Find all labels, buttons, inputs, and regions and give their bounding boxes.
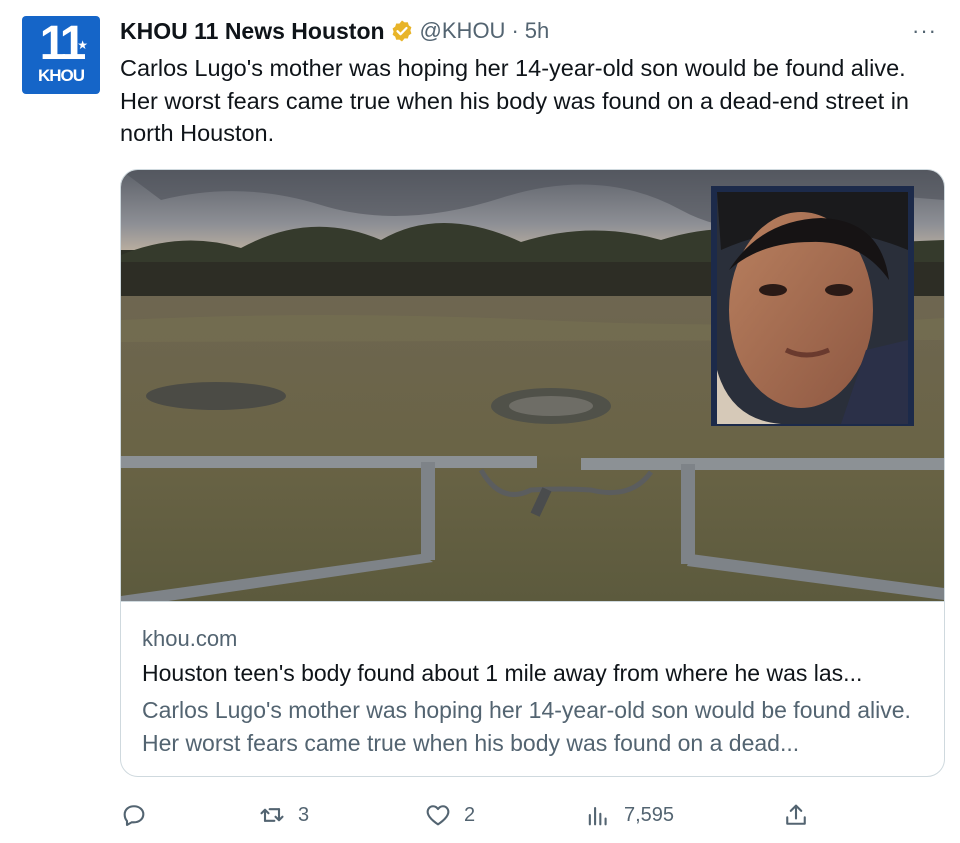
avatar-star-icon: ★ (77, 38, 88, 52)
account-avatar[interactable]: 11 ★ KHOU (22, 16, 100, 94)
card-description: Carlos Lugo's mother was hoping her 14-y… (142, 697, 911, 756)
heart-icon (426, 805, 450, 826)
card-title: Houston teen's body found about 1 mile a… (142, 660, 863, 686)
share-button[interactable] (782, 795, 810, 835)
avatar-channel-number: 11 (39, 17, 87, 70)
more-options-icon[interactable]: ··· (912, 20, 937, 42)
article-photo[interactable] (121, 170, 944, 601)
card-domain: khou.com (142, 626, 238, 651)
retweet-icon (260, 808, 284, 822)
tweet-header: KHOU 11 News Houston @KHOU · 5h (120, 16, 549, 46)
like-count: 2 (464, 803, 476, 826)
tweet-text: Carlos Lugo's mother was hoping her 14-y… (120, 55, 909, 146)
gold-verified-badge-icon[interactable] (390, 19, 414, 43)
like-button[interactable]: 2 (424, 795, 475, 835)
reply-button[interactable] (120, 795, 148, 835)
views-button[interactable]: 7,595 (584, 795, 674, 835)
header-separator: · (511, 18, 519, 43)
avatar-brand-text: KHOU (37, 66, 85, 85)
views-count: 7,595 (624, 803, 675, 826)
tweet-action-bar: 3 2 7,595 (0, 795, 960, 835)
account-handle[interactable]: @KHOU (420, 18, 506, 44)
link-card[interactable]: khou.com Houston teen's body found about… (120, 169, 945, 777)
link-card-info[interactable]: khou.com Houston teen's body found about… (121, 601, 944, 776)
share-icon (786, 804, 806, 825)
reply-icon (123, 805, 145, 826)
views-icon (588, 806, 607, 826)
retweet-button[interactable]: 3 (258, 795, 309, 835)
tweet-timestamp[interactable]: 5h (525, 18, 549, 44)
retweet-count: 3 (298, 803, 310, 826)
display-name[interactable]: KHOU 11 News Houston (120, 18, 385, 45)
